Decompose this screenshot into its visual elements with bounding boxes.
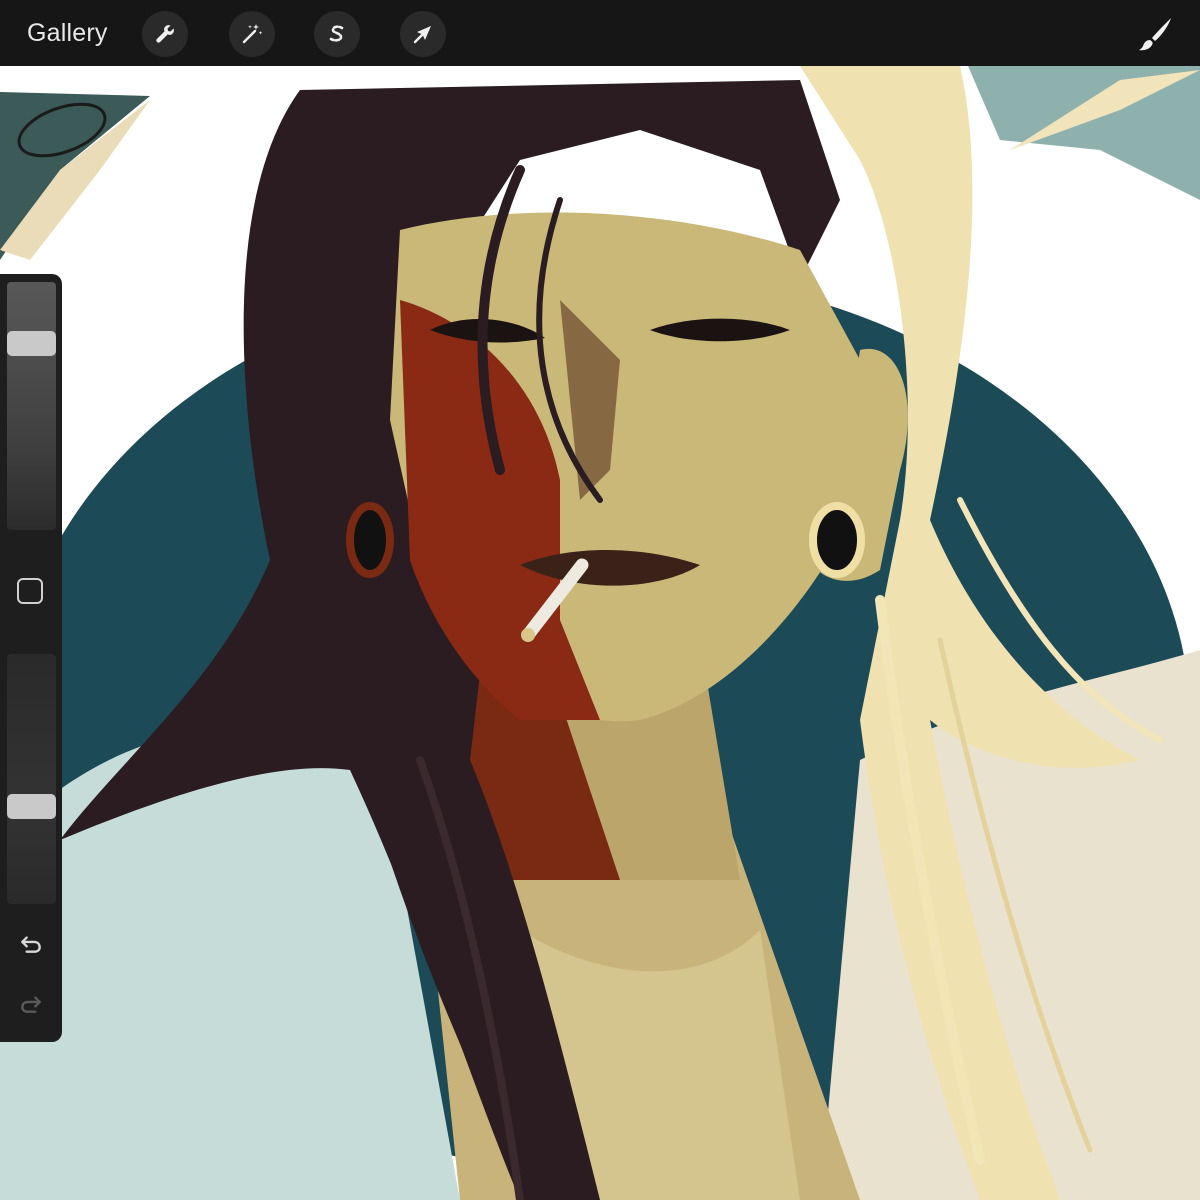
top-toolbar: Gallery [0, 0, 1200, 66]
modify-button[interactable] [17, 578, 43, 604]
opacity-slider[interactable] [7, 654, 56, 904]
wrench-icon [156, 25, 174, 43]
brush-size-slider-thumb[interactable] [7, 331, 56, 356]
drawing-canvas[interactable] [0, 0, 1200, 1200]
selection-s-icon [329, 25, 344, 42]
undo-arrow-icon [21, 936, 41, 953]
left-sidebar [0, 274, 62, 1042]
undo-button[interactable] [14, 926, 48, 960]
ear-gauge-right [809, 502, 865, 578]
redo-arrow-icon [21, 996, 41, 1013]
adjustments-button[interactable] [229, 11, 275, 57]
brush-size-slider[interactable] [7, 282, 56, 530]
transform-button[interactable] [400, 11, 446, 57]
opacity-slider-thumb[interactable] [7, 794, 56, 819]
gallery-button[interactable]: Gallery [27, 16, 108, 50]
actions-button[interactable] [142, 11, 188, 57]
brush-button[interactable] [1132, 11, 1178, 57]
redo-button[interactable] [14, 986, 48, 1020]
arrow-cursor-icon [413, 26, 431, 44]
selection-button[interactable] [314, 11, 360, 57]
ear-gauge-left [346, 502, 394, 578]
paintbrush-icon [1139, 18, 1171, 51]
magic-wand-icon [242, 24, 263, 44]
